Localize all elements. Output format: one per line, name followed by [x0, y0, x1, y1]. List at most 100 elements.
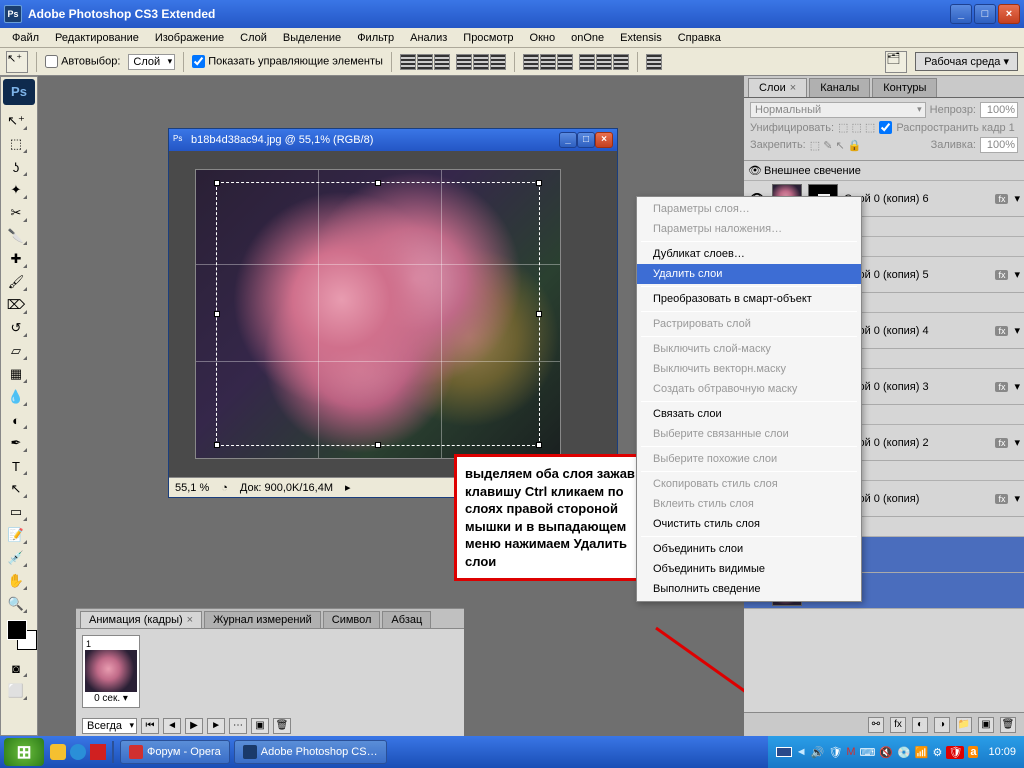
transform-box[interactable] — [216, 182, 540, 446]
doc-close-button[interactable]: × — [595, 132, 613, 148]
close-button[interactable]: × — [998, 4, 1020, 24]
type-tool[interactable]: T — [3, 455, 29, 477]
menu-onone[interactable]: onOne — [563, 30, 612, 46]
heal-tool[interactable]: ✚ — [3, 248, 29, 270]
quicklaunch-icon[interactable] — [50, 744, 66, 760]
taskbar-item[interactable]: Adobe Photoshop CS… — [234, 740, 387, 764]
gradient-tool[interactable]: ▦ — [3, 363, 29, 385]
loop-dropdown[interactable]: Всегда — [82, 718, 137, 734]
zoom-tool[interactable]: 🔍 — [3, 593, 29, 615]
propagate-checkbox[interactable] — [879, 121, 892, 134]
brush-tool[interactable]: 🖌 — [3, 271, 29, 293]
blur-tool[interactable]: 💧 — [3, 386, 29, 408]
delete-frame-button[interactable]: 🗑 — [273, 718, 291, 734]
fx-icon[interactable]: fx — [890, 717, 906, 733]
quicklaunch-ie-icon[interactable] — [70, 744, 86, 760]
doc-minimize-button[interactable]: _ — [559, 132, 577, 148]
wand-tool[interactable]: ✦ — [3, 179, 29, 201]
dodge-tool[interactable]: ◐ — [3, 409, 29, 431]
move-tool[interactable]: ↖⁺ — [3, 110, 29, 132]
menu-справка[interactable]: Справка — [670, 30, 729, 46]
autoselect-dropdown[interactable]: Слой — [128, 54, 175, 70]
anim-tab[interactable]: Анимация (кадры)× — [80, 611, 202, 628]
distribute-icons[interactable] — [523, 54, 629, 70]
doc-maximize-button[interactable]: □ — [577, 132, 595, 148]
frame-time[interactable]: 0 сек. ▾ — [85, 692, 137, 705]
next-frame-button[interactable]: ► — [207, 718, 225, 734]
panel-tab[interactable]: Каналы — [809, 78, 870, 97]
system-tray[interactable]: ◄ 🔊🛡M⌨ 🔇💿📶⚙ 🛡 a 10:09 — [768, 736, 1024, 768]
anim-tab[interactable]: Журнал измерений — [204, 611, 321, 628]
anim-tab[interactable]: Символ — [323, 611, 381, 628]
shape-tool[interactable]: ▭ — [3, 501, 29, 523]
marquee-tool[interactable]: ⬚ — [3, 133, 29, 155]
screenmode-toggle[interactable]: ⬜ — [3, 680, 29, 702]
mask-icon[interactable]: ◐ — [912, 717, 928, 733]
maximize-button[interactable]: □ — [974, 4, 996, 24]
menu-окно[interactable]: Окно — [522, 30, 564, 46]
hand-tool[interactable]: ✋ — [3, 570, 29, 592]
quicklaunch-icon2[interactable] — [90, 744, 106, 760]
crop-tool[interactable]: ✂ — [3, 202, 29, 224]
menu-анализ[interactable]: Анализ — [402, 30, 455, 46]
adjust-icon[interactable]: ◑ — [934, 717, 950, 733]
blend-mode-dropdown[interactable]: Нормальный — [750, 102, 926, 118]
tween-button[interactable]: ⋯ — [229, 718, 247, 734]
show-controls-checkbox[interactable]: Показать управляющие элементы — [192, 55, 383, 68]
start-button[interactable]: ⊞ — [4, 738, 44, 766]
prev-frame-button[interactable]: ◄ — [163, 718, 181, 734]
slice-tool[interactable]: 🔪 — [3, 225, 29, 247]
new-layer-icon[interactable]: ▣ — [978, 717, 994, 733]
panel-tab[interactable]: Контуры — [872, 78, 937, 97]
arrange-icon[interactable] — [646, 54, 662, 70]
align-icons[interactable] — [400, 54, 506, 70]
ctx-item[interactable]: Очистить стиль слоя — [637, 514, 861, 534]
ctx-item[interactable]: Дубликат слоев… — [637, 244, 861, 264]
effect-row[interactable]: 👁 Внешнее свечение — [744, 161, 1024, 181]
eraser-tool[interactable]: ▱ — [3, 340, 29, 362]
stamp-tool[interactable]: ⌦ — [3, 294, 29, 316]
menu-файл[interactable]: Файл — [4, 30, 47, 46]
history-brush-tool[interactable]: ↺ — [3, 317, 29, 339]
menu-extensis[interactable]: Extensis — [612, 30, 670, 46]
link-layers-icon[interactable]: ⚯ — [868, 717, 884, 733]
ctx-item[interactable]: Связать слои — [637, 404, 861, 424]
panel-tab[interactable]: Слои× — [748, 78, 807, 97]
menu-редактирование[interactable]: Редактирование — [47, 30, 147, 46]
notes-tool[interactable]: 📝 — [3, 524, 29, 546]
path-tool[interactable]: ↖ — [3, 478, 29, 500]
ctx-item[interactable]: Удалить слои — [637, 264, 861, 284]
play-button[interactable]: ▶ — [185, 718, 203, 734]
opacity-input[interactable]: 100% — [980, 102, 1018, 118]
animation-frame[interactable]: 1 0 сек. ▾ — [82, 635, 140, 708]
menu-изображение[interactable]: Изображение — [147, 30, 232, 46]
current-tool-icon[interactable]: ↖⁺ — [6, 51, 28, 73]
workspace-button[interactable]: Рабочая среда ▾ — [915, 52, 1018, 71]
quickmask-toggle[interactable]: ◙ — [3, 657, 29, 679]
pen-tool[interactable]: ✒ — [3, 432, 29, 454]
color-swatch[interactable] — [3, 616, 35, 656]
anim-tab[interactable]: Абзац — [382, 611, 431, 628]
group-icon[interactable]: 📁 — [956, 717, 972, 733]
delete-layer-icon[interactable]: 🗑 — [1000, 717, 1016, 733]
document-titlebar[interactable]: Ps b18b4d38ac94.jpg @ 55,1% (RGB/8) _ □ … — [169, 129, 617, 151]
ctx-item[interactable]: Преобразовать в смарт-объект — [637, 289, 861, 309]
new-frame-button[interactable]: ▣ — [251, 718, 269, 734]
ctx-item[interactable]: Объединить слои — [637, 539, 861, 559]
ctx-item[interactable]: Объединить видимые — [637, 559, 861, 579]
document-canvas[interactable] — [169, 151, 617, 477]
first-frame-button[interactable]: ⏮ — [141, 718, 159, 734]
ctx-item[interactable]: Выполнить сведение — [637, 579, 861, 599]
menu-выделение[interactable]: Выделение — [275, 30, 349, 46]
lasso-tool[interactable]: ʖ — [3, 156, 29, 178]
palette-icon[interactable]: 🗂 — [885, 51, 907, 73]
fill-input[interactable]: 100% — [980, 137, 1018, 153]
menu-фильтр[interactable]: Фильтр — [349, 30, 402, 46]
autoselect-checkbox[interactable]: Автовыбор: — [45, 55, 120, 68]
zoom-value[interactable]: 55,1 % — [175, 482, 209, 494]
eyedrop-tool[interactable]: 💉 — [3, 547, 29, 569]
minimize-button[interactable]: _ — [950, 4, 972, 24]
menu-просмотр[interactable]: Просмотр — [455, 30, 521, 46]
taskbar-item[interactable]: Форум - Opera — [120, 740, 230, 764]
menu-слой[interactable]: Слой — [232, 30, 275, 46]
